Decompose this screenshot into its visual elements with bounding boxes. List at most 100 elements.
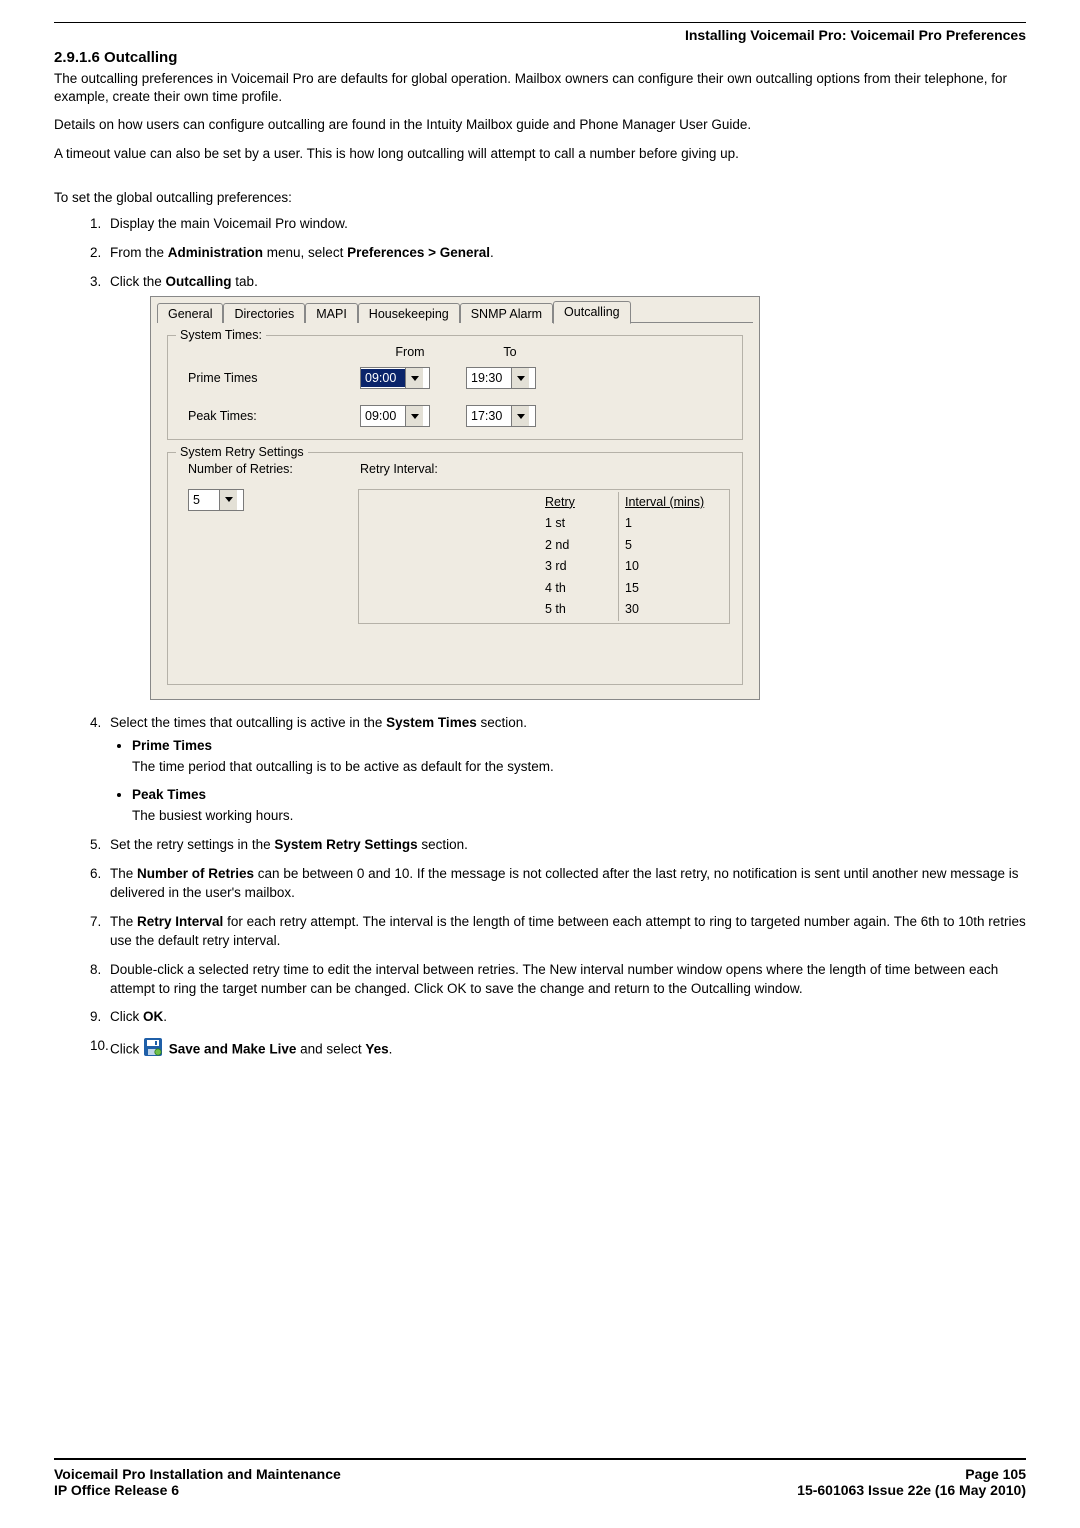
section-title: 2.9.1.6 Outcalling [54, 49, 1026, 66]
table-row[interactable]: 1 st1 [539, 513, 729, 535]
peak-to-input[interactable] [467, 407, 511, 425]
step-1: 1.Display the main Voicemail Pro window. [90, 215, 1026, 234]
prime-to-select[interactable] [466, 367, 536, 389]
number-retries-label: Number of Retries: [180, 461, 360, 479]
step-6-a: The [110, 866, 137, 881]
step-9-a: Click [110, 1009, 143, 1024]
step-2-e: . [490, 245, 494, 260]
table-row[interactable]: 4 th15 [539, 578, 729, 600]
bullet-peak-head: Peak Times [132, 787, 206, 802]
outcalling-dialog: General Directories MAPI Housekeeping SN… [150, 296, 760, 700]
chevron-down-icon[interactable] [219, 490, 237, 510]
chevron-down-icon[interactable] [405, 368, 423, 388]
step-1-text: Display the main Voicemail Pro window. [110, 216, 348, 231]
step-5-b: System Retry Settings [274, 837, 417, 852]
col-from: From [360, 344, 460, 362]
retry-settings-legend: System Retry Settings [176, 444, 308, 462]
table-row[interactable]: 3 rd10 [539, 556, 729, 578]
peak-to-select[interactable] [466, 405, 536, 427]
step-5-a: Set the retry settings in the [110, 837, 274, 852]
retry-settings-fieldset: System Retry Settings Number of Retries:… [167, 452, 743, 685]
step-10-d: Yes [365, 1042, 388, 1057]
footer-left-2: IP Office Release 6 [54, 1482, 341, 1498]
tab-snmp-alarm[interactable]: SNMP Alarm [460, 303, 553, 323]
bullet-prime-text: The time period that outcalling is to be… [132, 758, 1026, 777]
step-4-a: Select the times that outcalling is acti… [110, 715, 386, 730]
tab-row: General Directories MAPI Housekeeping SN… [157, 301, 753, 323]
footer-left-1: Voicemail Pro Installation and Maintenan… [54, 1466, 341, 1482]
bullet-peak: Peak Times The busiest working hours. [132, 786, 1026, 826]
step-9-b: OK [143, 1009, 163, 1024]
footer: Voicemail Pro Installation and Maintenan… [54, 1458, 1026, 1498]
tab-general[interactable]: General [157, 303, 223, 323]
tab-outcalling[interactable]: Outcalling [553, 301, 631, 324]
bullet-prime-head: Prime Times [132, 738, 212, 753]
intro-paragraph-1: The outcalling preferences in Voicemail … [54, 70, 1026, 106]
header-rule [54, 22, 1026, 23]
number-retries-select[interactable] [188, 489, 244, 511]
step-7-c: for each retry attempt. The interval is … [110, 914, 1026, 948]
step-6-b: Number of Retries [137, 866, 254, 881]
number-retries-input[interactable] [189, 491, 219, 509]
sub-heading: To set the global outcalling preferences… [54, 189, 1026, 207]
step-3-c: tab. [232, 274, 258, 289]
step-9-c: . [163, 1009, 167, 1024]
col-to: To [460, 344, 560, 362]
bullet-peak-text: The busiest working hours. [132, 807, 1026, 826]
footer-right-1: Page 105 [797, 1466, 1026, 1482]
step-10-b: Save and Make Live [169, 1042, 297, 1057]
footer-rule [54, 1458, 1026, 1460]
intro-paragraph-3: A timeout value can also be set by a use… [54, 145, 1026, 163]
retry-interval-table[interactable]: Retry Interval (mins) 1 st1 2 nd5 3 rd10… [358, 489, 730, 624]
step-10: 10. Click Save and Make Live and select … [90, 1037, 1026, 1063]
tab-directories[interactable]: Directories [223, 303, 305, 323]
step-10-a: Click [110, 1042, 143, 1057]
chevron-down-icon[interactable] [405, 406, 423, 426]
footer-right-2: 15-601063 Issue 22e (16 May 2010) [797, 1482, 1026, 1498]
step-8: 8. Double-click a selected retry time to… [90, 961, 1026, 999]
step-5-c: section. [418, 837, 468, 852]
step-4: 4. Select the times that outcalling is a… [90, 714, 1026, 826]
tab-mapi[interactable]: MAPI [305, 303, 358, 323]
prime-from-input[interactable] [361, 369, 405, 387]
step-6: 6. The Number of Retries can be between … [90, 865, 1026, 903]
step-8-text: Double-click a selected retry time to ed… [110, 962, 998, 996]
chevron-down-icon[interactable] [511, 406, 529, 426]
table-row[interactable]: 2 nd5 [539, 535, 729, 557]
step-2: 2. From the Administration menu, select … [90, 244, 1026, 263]
step-2-d: Preferences > General [347, 245, 490, 260]
step-4-b: System Times [386, 715, 477, 730]
step-3-a: Click the [110, 274, 166, 289]
retry-hdr-col2: Interval (mins) [619, 492, 729, 514]
save-disk-icon [143, 1037, 163, 1063]
step-7-b: Retry Interval [137, 914, 223, 929]
step-9: 9. Click OK. [90, 1008, 1026, 1027]
step-10-e: . [389, 1042, 393, 1057]
bullet-prime: Prime Times The time period that outcall… [132, 737, 1026, 777]
step-3: 3. Click the Outcalling tab. General Dir… [90, 273, 1026, 700]
step-7: 7. The Retry Interval for each retry att… [90, 913, 1026, 951]
tab-housekeeping[interactable]: Housekeeping [358, 303, 460, 323]
step-4-c: section. [477, 715, 527, 730]
step-2-c: menu, select [263, 245, 347, 260]
breadcrumb: Installing Voicemail Pro: Voicemail Pro … [54, 27, 1026, 43]
prime-times-label: Prime Times [180, 370, 360, 388]
step-5: 5. Set the retry settings in the System … [90, 836, 1026, 855]
chevron-down-icon[interactable] [511, 368, 529, 388]
retry-hdr-col1: Retry [539, 492, 619, 514]
step-2-a: From the [110, 245, 168, 260]
step-3-b: Outcalling [166, 274, 232, 289]
step-7-a: The [110, 914, 137, 929]
step-10-c: and select [296, 1042, 365, 1057]
system-times-fieldset: System Times: From To Prime Times [167, 335, 743, 441]
table-row[interactable]: 5 th30 [539, 599, 729, 621]
prime-to-input[interactable] [467, 369, 511, 387]
step-2-b: Administration [168, 245, 263, 260]
system-times-legend: System Times: [176, 327, 266, 345]
peak-times-label: Peak Times: [180, 408, 360, 426]
retry-interval-label: Retry Interval: [360, 461, 438, 479]
intro-paragraph-2: Details on how users can configure outca… [54, 116, 1026, 134]
peak-from-input[interactable] [361, 407, 405, 425]
peak-from-select[interactable] [360, 405, 430, 427]
prime-from-select[interactable] [360, 367, 430, 389]
